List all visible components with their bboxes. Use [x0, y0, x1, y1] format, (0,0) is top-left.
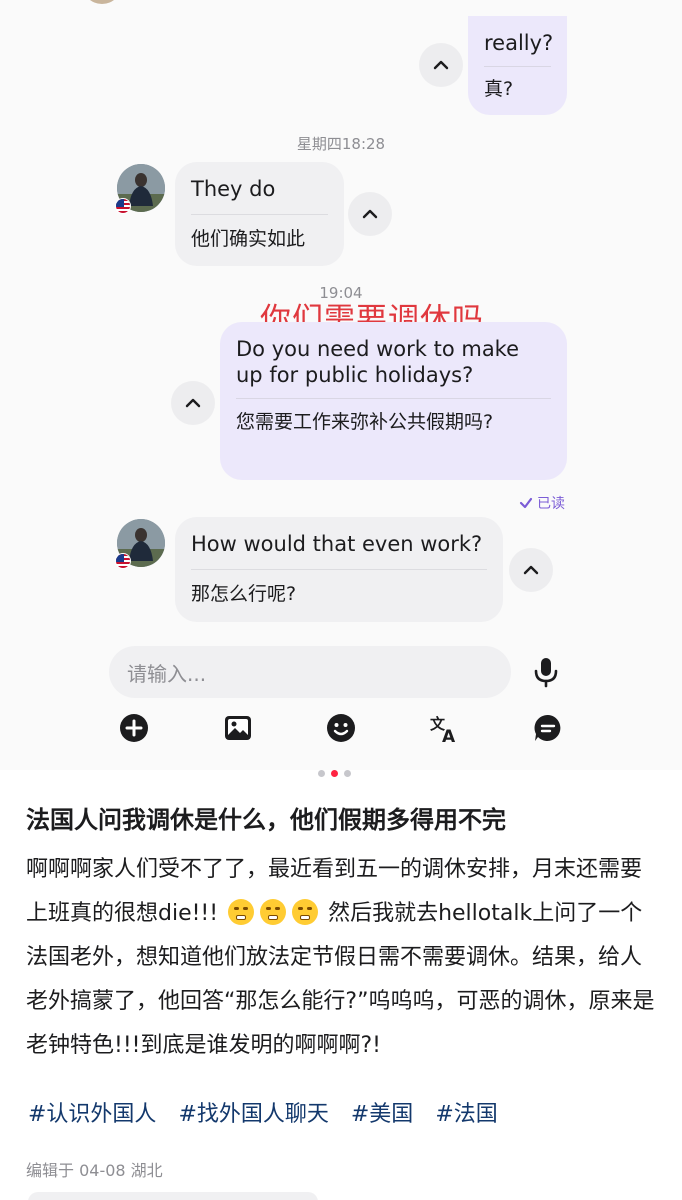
message-original-text: Do you need work to make up for public h… — [236, 337, 520, 387]
check-icon — [519, 497, 533, 509]
message-translation-text: 那怎么行呢? — [191, 583, 297, 605]
pagination-dot-active[interactable] — [331, 770, 338, 777]
angry-face-emoji-icon — [260, 899, 287, 925]
message-original-text: They do — [191, 177, 276, 201]
message-original-text: How would that even work? — [191, 532, 483, 556]
chevron-up-icon — [362, 209, 378, 219]
image-pagination-dots[interactable] — [318, 770, 351, 777]
message-bubble-incoming[interactable]: How would that even work? 那怎么行呢? — [175, 517, 503, 622]
post-tags: #认识外国人 #找外国人聊天 #美国 #法国 — [28, 1096, 498, 1128]
post-title: 法国人问我调休是什么，他们假期多得用不完 — [26, 806, 506, 834]
add-icon — [120, 714, 148, 742]
expand-translation-button[interactable] — [348, 192, 392, 236]
tag-link[interactable]: #找外国人聊天 — [178, 1096, 328, 1128]
divider — [191, 569, 487, 570]
emoji-button[interactable] — [325, 712, 357, 744]
message-translation-text: 他们确实如此 — [191, 228, 306, 250]
divider — [484, 66, 551, 67]
message-input-placeholder: 请输入... — [127, 661, 207, 686]
emoji-icon — [327, 714, 355, 742]
timestamp: 星期四18:28 — [296, 135, 386, 153]
message-input[interactable]: 请输入... — [109, 646, 511, 698]
message-translation-text: 您需要工作来弥补公共假期吗? — [236, 411, 494, 433]
quick-reply-icon — [534, 714, 561, 741]
divider — [236, 398, 551, 399]
message-bubble-outgoing[interactable]: Do you need work to make up for public h… — [220, 322, 567, 480]
message-bubble-incoming[interactable]: They do 他们确实如此 — [175, 162, 344, 266]
post-body: 啊啊啊家人们受不了了，最近看到五一的调休安排，月末还需要上班真的很想die!!!… — [26, 848, 662, 1068]
message-original-text: really? — [484, 31, 554, 55]
expand-translation-button[interactable] — [171, 381, 215, 425]
image-icon — [225, 716, 251, 740]
read-status: 已读 — [519, 493, 565, 513]
chevron-up-icon — [185, 398, 201, 408]
us-flag-icon — [115, 198, 131, 214]
tag-link[interactable]: #认识外国人 — [28, 1096, 156, 1128]
comment-input-partial[interactable] — [28, 1192, 318, 1200]
chevron-up-icon — [433, 60, 449, 70]
svg-text:A: A — [442, 727, 456, 744]
chevron-up-icon — [523, 565, 539, 575]
post-meta: 编辑于 04-08 湖北 — [26, 1161, 163, 1180]
tag-link[interactable]: #法国 — [435, 1096, 497, 1128]
microphone-icon — [534, 658, 558, 688]
message-translation-text: 真? — [484, 78, 514, 100]
translate-icon: 文 A — [430, 715, 456, 744]
image-button[interactable] — [222, 712, 254, 744]
us-flag-icon — [115, 553, 131, 569]
angry-face-emoji-icon — [292, 899, 319, 925]
expand-translation-button[interactable] — [419, 43, 463, 87]
divider — [191, 214, 328, 215]
chat-area: really? 真? 星期四18:28 They do 他们确实如此 19:04… — [0, 0, 682, 770]
expand-translation-button[interactable] — [509, 548, 553, 592]
angry-face-emoji-icon — [228, 899, 255, 925]
translate-button[interactable]: 文 A — [429, 712, 461, 744]
tag-link[interactable]: #美国 — [351, 1096, 413, 1128]
microphone-button[interactable] — [530, 656, 562, 688]
pagination-dot[interactable] — [318, 770, 325, 777]
read-status-label: 已读 — [537, 496, 565, 512]
add-button[interactable] — [118, 712, 150, 744]
avatar-top-partial — [82, 0, 122, 4]
quick-reply-button[interactable] — [532, 712, 564, 744]
message-bubble-outgoing[interactable]: really? 真? — [468, 16, 567, 115]
pagination-dot[interactable] — [344, 770, 351, 777]
